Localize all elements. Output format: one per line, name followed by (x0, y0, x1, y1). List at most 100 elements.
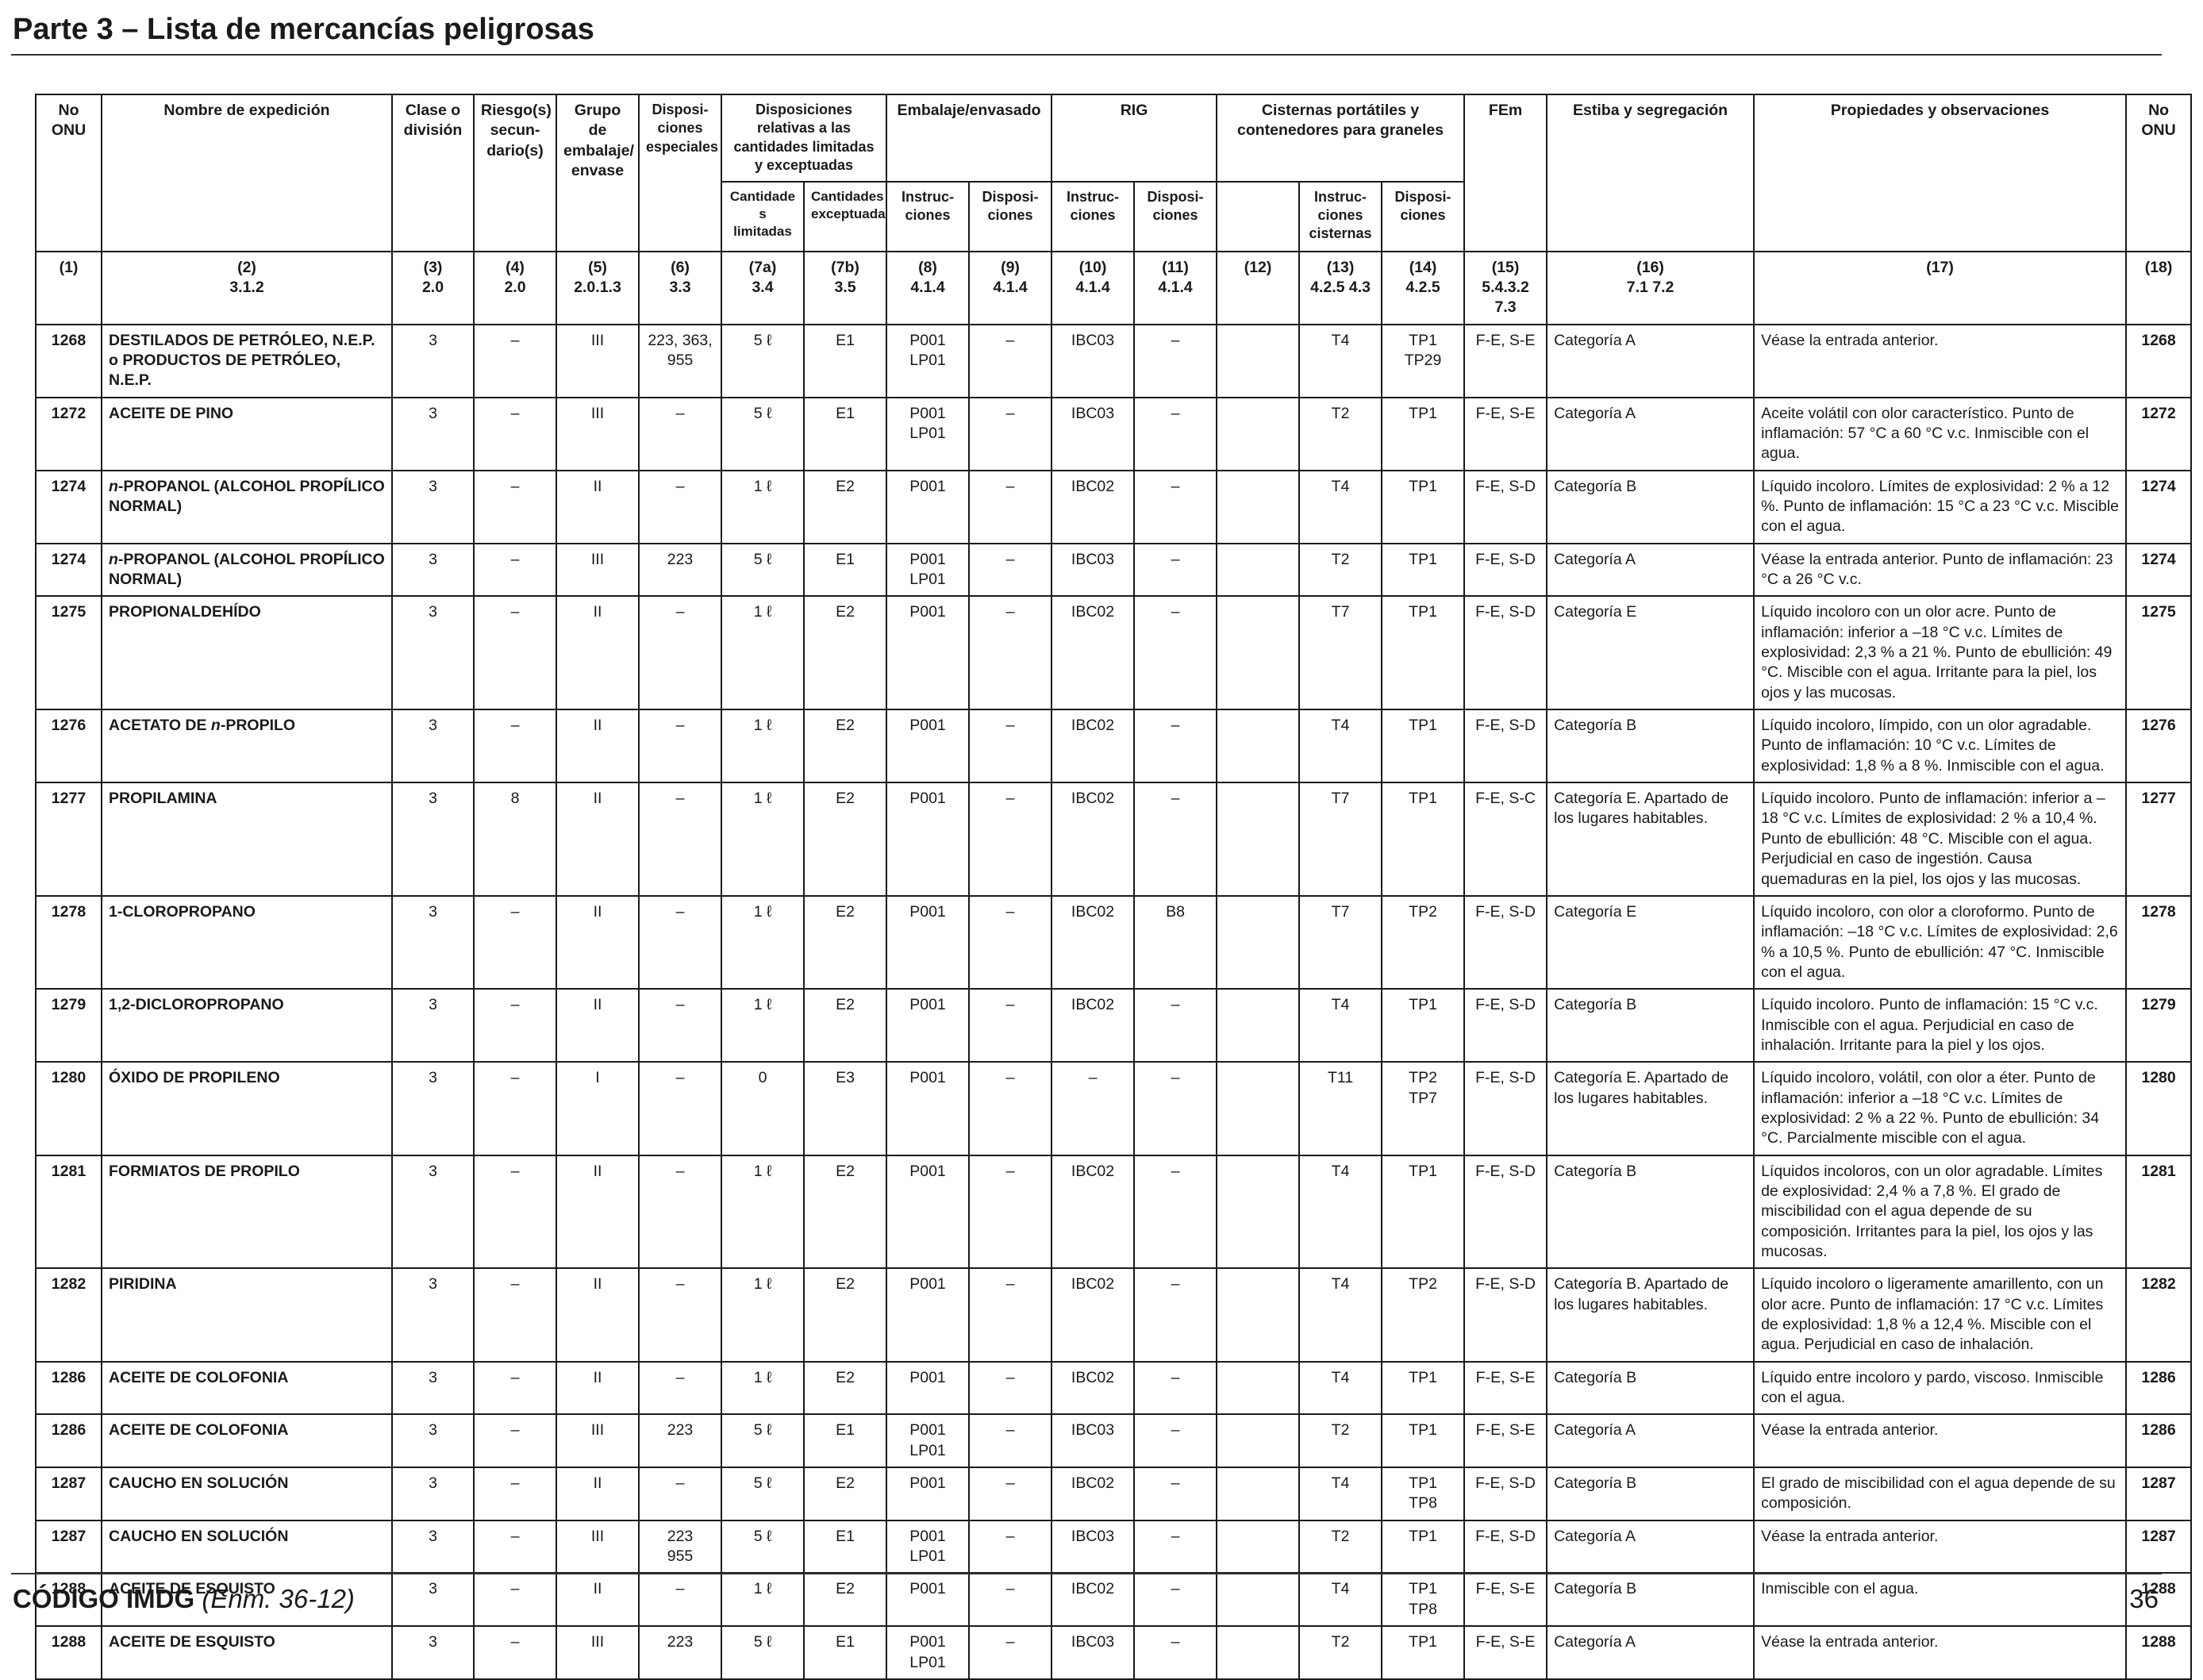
header-col-12-blank (1216, 180, 1301, 252)
table-row: 1280 ÓXIDO DE PROPILENO 3– I –0 E3 P001– – – T11 T… (35, 1061, 2193, 1156)
tank-provisions-cell: TP1 (1381, 988, 1466, 1063)
shipping-name-cell: n-PROPANOL (ALCOHOL PROPÍLICO NORMAL) (101, 542, 393, 598)
ibc-instructions-cell: IBC02 (1051, 988, 1136, 1063)
tank-instructions-cell: T2 (1298, 542, 1383, 598)
shipping-name-cell: ACEITE DE COLOFONIA (101, 1360, 393, 1416)
table-row: 1277 PROPILAMINA 3 8 II –1 ℓ E2 P001– IBC02– T7 TP… (35, 782, 2193, 897)
tank-provisions-cell: TP1 (1381, 709, 1466, 784)
un-cell: 1268 (35, 323, 102, 398)
stowage-cell: Categoría E. Apartado de los lugares hab… (1546, 782, 1755, 897)
properties-cell: Véase la entrada anterior. (1753, 323, 2128, 398)
un-right-cell: 1287 (2125, 1467, 2193, 1521)
table-row: 1268 DESTILADOS DE PETRÓLEO, N.E.P. o PRO… (35, 323, 2193, 398)
packing-provisions-cell: – (968, 469, 1053, 544)
subsidiary-risk-cell: – (473, 323, 557, 398)
un-cell: 1274 (35, 542, 102, 598)
limited-qty-cell: 1 ℓ (721, 1154, 805, 1270)
limited-qty-cell: 0 (721, 1061, 805, 1156)
subsidiary-risk-cell: – (473, 988, 557, 1063)
packing-provisions-cell: – (968, 1360, 1053, 1416)
tank-provisions-cell: TP1 TP29 (1381, 323, 1466, 398)
ibc-provisions-cell: – (1133, 323, 1218, 398)
column-ref-section: 4.2.5 4.3 (1310, 278, 1371, 296)
table-row: 1274 n-PROPANOL (ALCOHOL PROPÍLICO NORMAL… (35, 542, 2193, 598)
shipping-name-cell: ÓXIDO DE PROPILENO (101, 1061, 393, 1156)
ibc-provisions-cell: – (1133, 595, 1218, 711)
special-provisions-cell: 223 955 (638, 1519, 722, 1574)
col-12-cell (1216, 542, 1301, 598)
special-provisions-cell: – (638, 709, 722, 784)
header-subsidiary-risk: Riesgo(s) secun-dario(s) (473, 94, 557, 252)
packing-group-cell: III (556, 1413, 640, 1469)
limited-qty-cell: 1 ℓ (721, 1267, 805, 1363)
packing-instructions-cell: P001 (886, 1267, 971, 1363)
packing-group-cell: II (556, 469, 640, 544)
un-cell: 1286 (35, 1360, 102, 1416)
tank-provisions-cell: TP2 TP7 (1381, 1061, 1466, 1156)
ibc-provisions-cell: – (1133, 1267, 1218, 1363)
subsidiary-risk-cell: – (473, 1519, 557, 1574)
shipping-name-cell: ACEITE DE ESQUISTO (101, 1625, 393, 1680)
tank-instructions-cell: T4 (1298, 988, 1383, 1063)
tank-provisions-cell: TP1 (1381, 396, 1466, 471)
packing-provisions-cell: – (968, 595, 1053, 711)
packing-instructions-cell: P001 (886, 1154, 971, 1270)
ems-cell: F-E, S-D (1463, 1061, 1548, 1156)
packing-instructions-cell: P001 (886, 1061, 971, 1156)
limited-qty-cell: 5 ℓ (721, 1413, 805, 1469)
un-right-cell: 1268 (2125, 323, 2193, 398)
packing-group-cell: II (556, 988, 640, 1063)
tank-instructions-cell: T4 (1298, 1154, 1383, 1270)
table-row: 1287 CAUCHO EN SOLUCIÓN 3– II –5 ℓ E2 P001– IBC… (35, 1467, 2193, 1521)
packing-group-cell: III (556, 1519, 640, 1574)
subsidiary-risk-cell: – (473, 1625, 557, 1680)
un-right-cell: 1282 (2125, 1267, 2193, 1363)
packing-instructions-cell: P001 (886, 988, 971, 1063)
stowage-cell: Categoría B (1546, 709, 1755, 784)
packing-provisions-cell: – (968, 709, 1053, 784)
col-12-cell (1216, 1413, 1301, 1469)
excepted-qty-cell: E1 (802, 542, 888, 598)
column-ref-number: (14) (1409, 258, 1437, 276)
tank-provisions-cell: TP1 (1381, 1625, 1466, 1680)
un-cell: 1272 (35, 396, 102, 471)
limited-qty-cell: 1 ℓ (721, 595, 805, 711)
column-ref-2: (2) 3.1.2 (101, 250, 393, 325)
packing-provisions-cell: – (968, 1267, 1053, 1363)
column-ref-number: (1) (59, 258, 79, 276)
stowage-cell: Categoría B (1546, 988, 1755, 1063)
properties-cell: Aceite volátil con olor característico. … (1753, 396, 2128, 471)
class-cell: 3 (391, 1267, 475, 1363)
packing-group-cell: II (556, 1467, 640, 1521)
stowage-cell: Categoría A (1546, 1413, 1755, 1469)
packing-group-cell: II (556, 595, 640, 711)
special-provisions-cell: – (638, 894, 722, 990)
dangerous-goods-table-container: No ONU Nombre de expedición Clase o divi… (35, 94, 2193, 1680)
packing-group-cell: II (556, 1360, 640, 1416)
table-row: 1274 n-PROPANOL (ALCOHOL PROPÍLICO NORMAL… (35, 469, 2193, 544)
packing-instructions-cell: P001 (886, 595, 971, 711)
ibc-instructions-cell: IBC03 (1051, 1413, 1136, 1469)
packing-provisions-cell: – (968, 1154, 1053, 1270)
header-shipping-name: Nombre de expedición (101, 94, 393, 252)
packing-provisions-cell: – (968, 1519, 1053, 1574)
stowage-cell: Categoría A (1546, 1519, 1755, 1574)
un-right-cell: 1276 (2125, 709, 2193, 784)
column-ref-number: (18) (2144, 258, 2173, 276)
column-ref-section: 4.1.4 (1158, 278, 1193, 296)
un-cell: 1286 (35, 1413, 102, 1469)
column-ref-section: 2.0.1.3 (574, 278, 621, 296)
ems-cell: F-E, S-D (1463, 595, 1548, 711)
column-ref-9: (8) 4.1.4 (886, 250, 971, 325)
column-ref-section: 2.0 (421, 278, 444, 296)
limited-qty-cell: 1 ℓ (721, 988, 805, 1063)
table-row: 1279 1,2-DICLOROPROPANO 3– II –1 ℓ E2 P001– IBC… (35, 988, 2193, 1063)
header-un-no: No ONU (35, 94, 102, 252)
un-right-cell: 1287 (2125, 1519, 2193, 1574)
un-cell: 1288 (35, 1625, 102, 1680)
excepted-qty-cell: E1 (802, 1413, 888, 1469)
column-ref-10: (9) 4.1.4 (968, 250, 1053, 325)
special-provisions-cell: – (638, 782, 722, 897)
column-ref-section: 4.1.4 (1075, 278, 1110, 296)
tank-instructions-cell: T7 (1298, 782, 1383, 897)
